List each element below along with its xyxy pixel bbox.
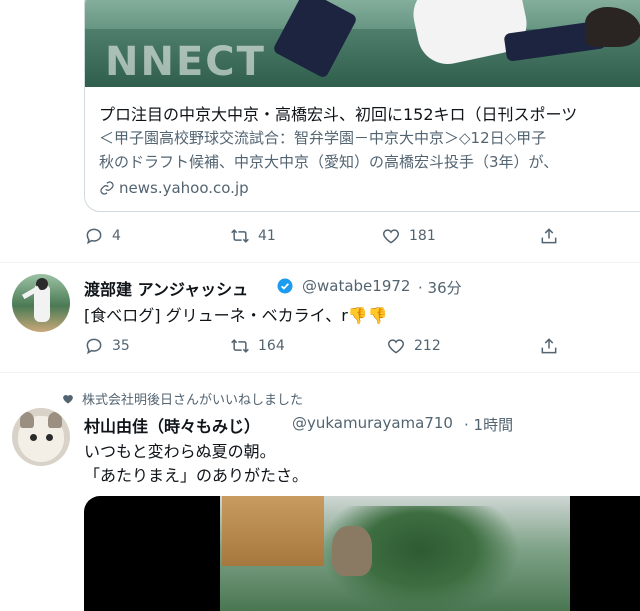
display-name[interactable]: 渡部建 アンジャッシュ (84, 276, 248, 300)
card-image-signage: NNECT (105, 39, 266, 85)
retweet-button[interactable]: 41 (230, 226, 276, 246)
like-count: 212 (414, 338, 441, 354)
card-title: プロ注目の中京大中京・高橋宏斗、初回に152キロ（日刊スポーツ (99, 105, 578, 124)
heart-filled-icon (63, 394, 73, 403)
tweet-divider (0, 262, 640, 263)
reply-icon (86, 338, 102, 355)
like-count: 181 (409, 228, 436, 244)
retweet-icon (231, 229, 249, 243)
retweet-button[interactable]: 164 (230, 336, 285, 356)
share-button[interactable] (539, 336, 559, 356)
retweet-count: 41 (258, 228, 276, 244)
retweet-icon (231, 339, 249, 353)
tweet-timestamp[interactable]: · 36分 (418, 277, 462, 298)
tweet-text: [食べログ] グリューネ・ベカライ、r👎👎 (84, 306, 388, 325)
verified-badge-icon (277, 278, 293, 294)
link-icon (100, 181, 114, 195)
share-button[interactable] (539, 226, 559, 246)
reply-icon (86, 228, 102, 245)
tweet-text-line1: いつもと変わらぬ夏の朝。 (84, 442, 276, 461)
avatar[interactable] (12, 408, 70, 466)
heart-icon (387, 339, 405, 354)
card-domain-text: news.yahoo.co.jp (119, 179, 249, 197)
share-icon (541, 228, 557, 244)
like-button[interactable]: 212 (386, 336, 441, 356)
reply-button[interactable]: 4 (84, 226, 121, 246)
reply-count: 4 (112, 228, 121, 244)
reply-button[interactable]: 35 (84, 336, 130, 356)
avatar[interactable] (12, 274, 70, 332)
reply-count: 35 (112, 338, 130, 354)
share-icon (541, 338, 557, 354)
link-card[interactable]: NNECT プロ注目の中京大中京・高橋宏斗、初回に152キロ（日刊スポーツ ＜甲… (84, 0, 640, 212)
tweet-text-line2: 「あたりまえ」のありがたさ。 (84, 466, 309, 485)
tweet-action-bar: 4 41 181 (84, 226, 584, 250)
card-domain: news.yahoo.co.jp (99, 179, 249, 197)
display-name[interactable]: 村山由佳（時々もみじ） (84, 413, 260, 437)
like-button[interactable]: 181 (381, 226, 436, 246)
retweet-count: 164 (258, 338, 285, 354)
card-description-line2: 秋のドラフト候補、中京大中京（愛知）の高橋宏斗投手（3年）が、 (99, 153, 559, 171)
tweet-media[interactable] (84, 496, 640, 611)
social-context: 株式会社明後日さんがいいねしました (62, 389, 303, 408)
card-image: NNECT (85, 0, 640, 87)
tweet-action-bar: 35 164 212 (84, 336, 584, 360)
user-handle[interactable]: @watabe1972 (302, 277, 410, 295)
card-description-line1: ＜甲子園高校野球交流試合：智弁学園－中京大中京＞◇12日◇甲子 (99, 129, 547, 147)
liked-by-text[interactable]: 株式会社明後日さんがいいねしました (82, 389, 303, 408)
heart-icon (382, 229, 400, 244)
user-handle[interactable]: @yukamurayama710 (292, 414, 453, 432)
tweet-divider (0, 372, 640, 373)
tweet-timestamp[interactable]: · 1時間 (464, 414, 513, 435)
